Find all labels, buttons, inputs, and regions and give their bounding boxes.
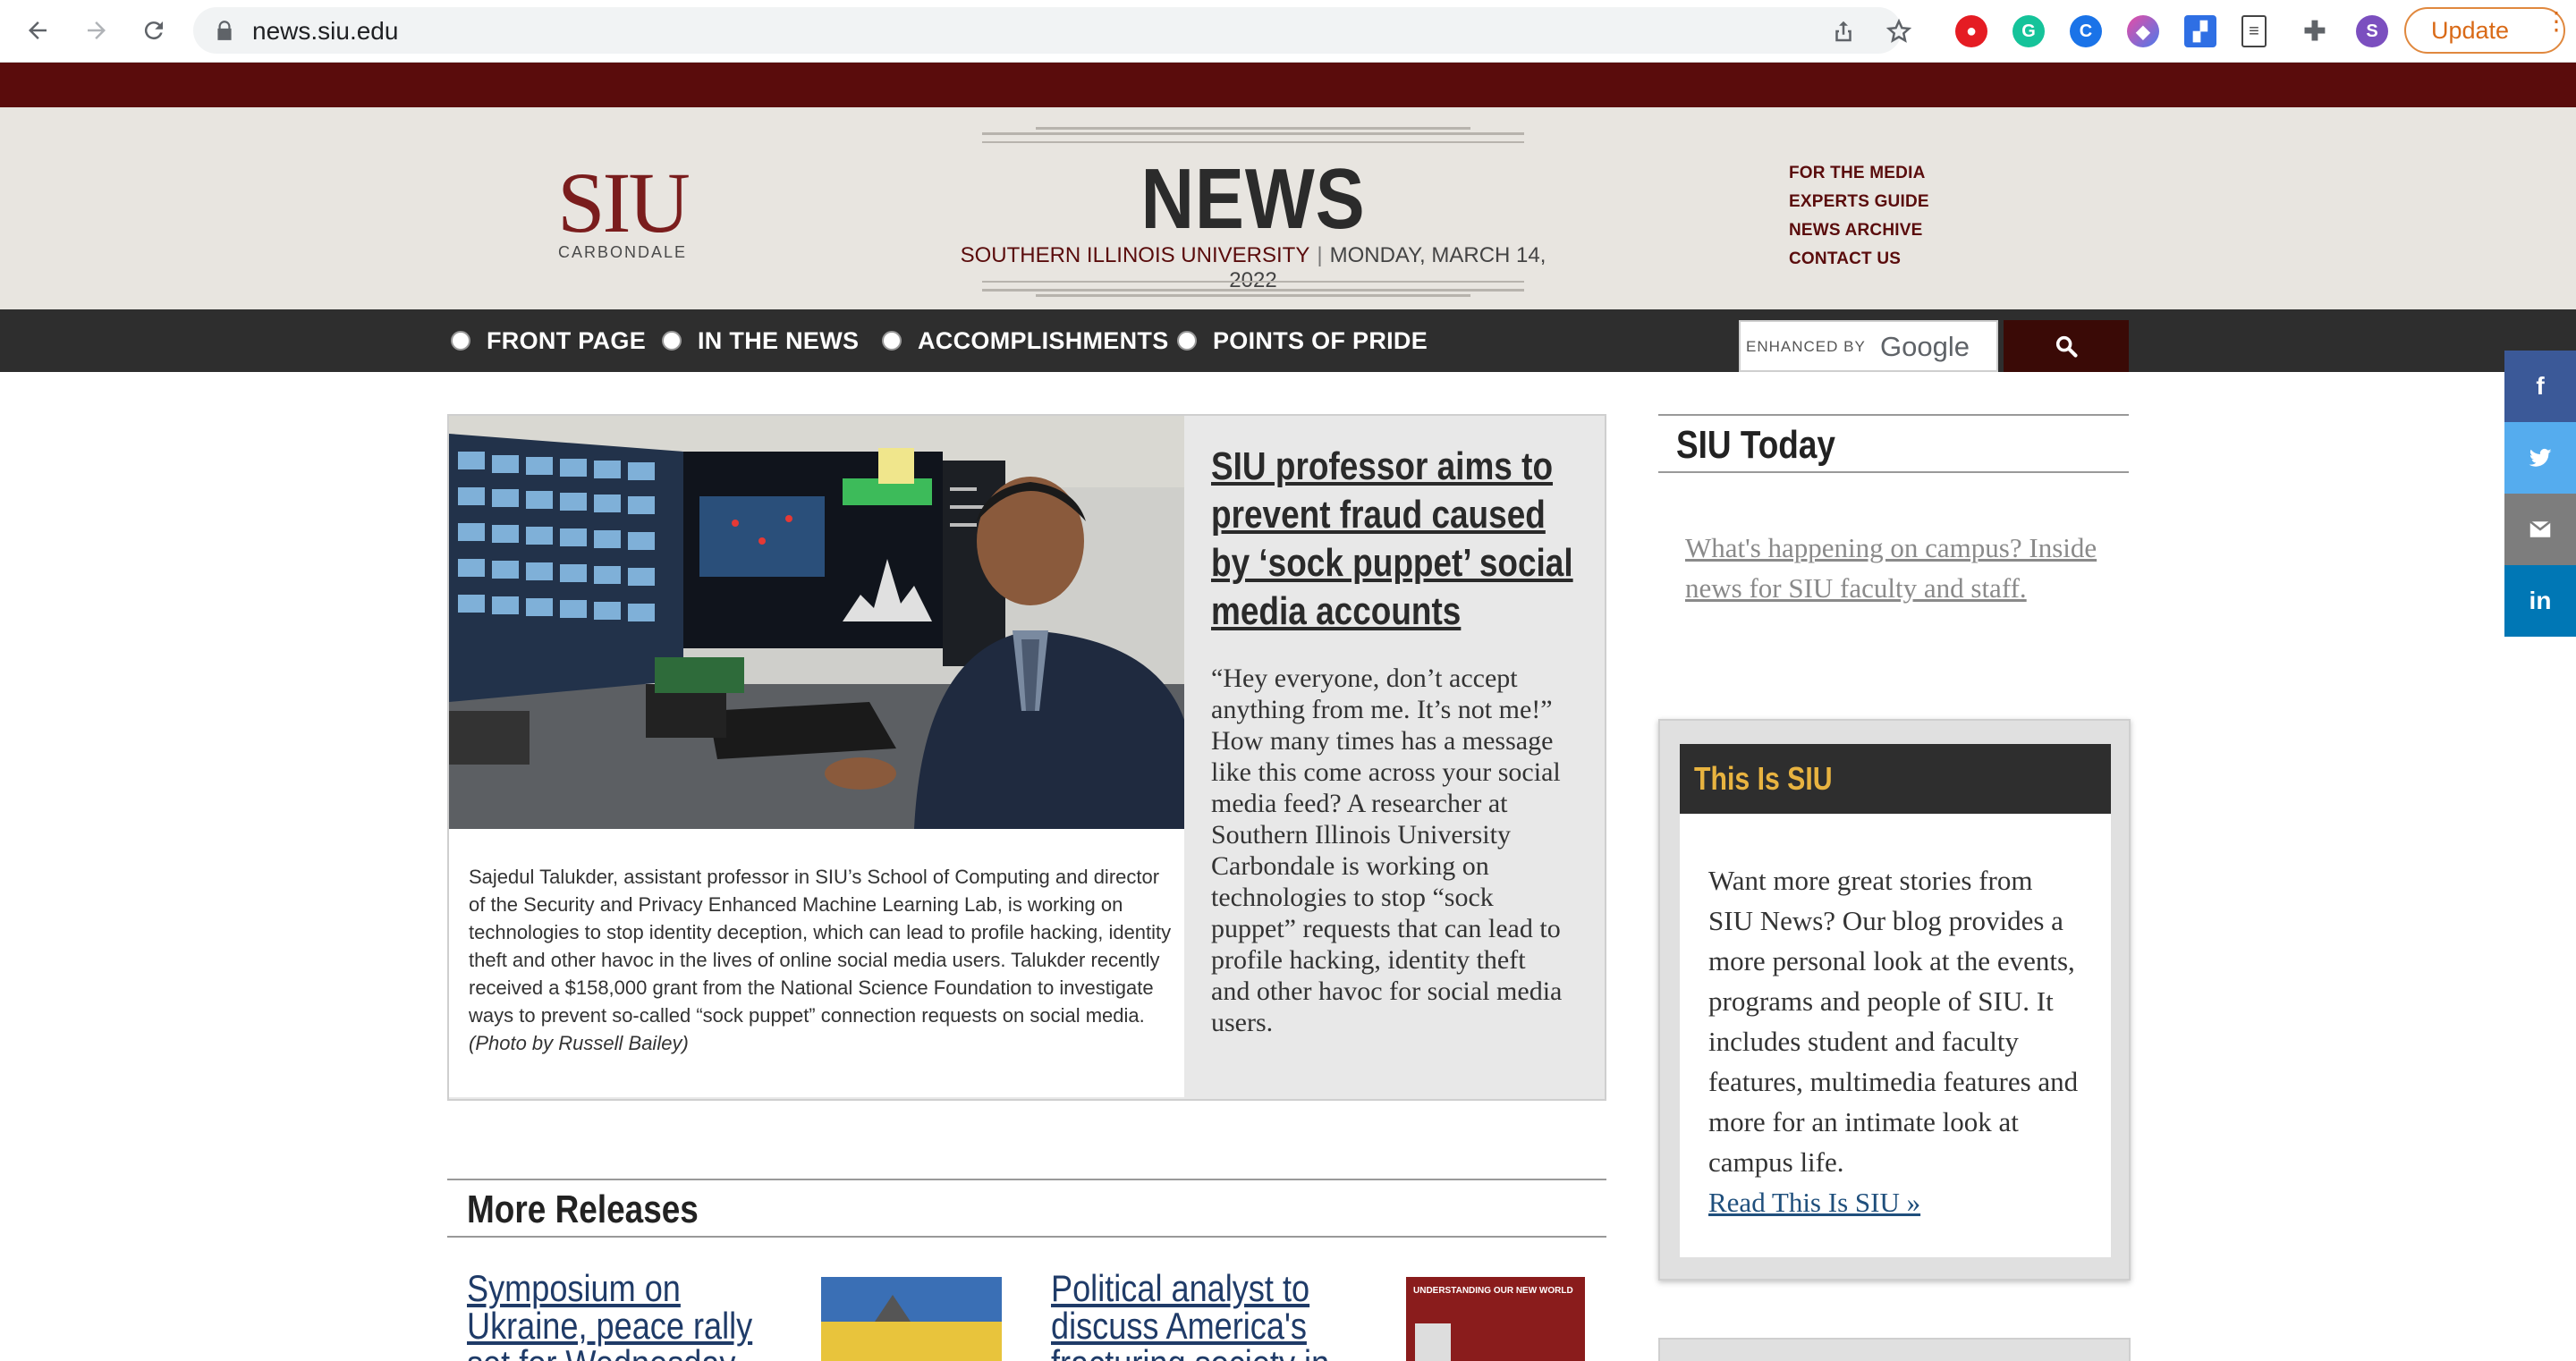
address-bar[interactable]: news.siu.edu [193,7,1912,54]
facebook-icon: f [2536,372,2545,400]
nav-label: POINTS OF PRIDE [1213,326,1428,354]
search-enhanced-label: ENHANCED BY [1746,338,1866,355]
grammarly-extension-icon[interactable]: G [2012,15,2045,47]
adblock-extension-icon[interactable]: ● [1955,15,1987,47]
url-text: news.siu.edu [252,17,399,45]
masthead: SIU CARBONDALE NEWS SOUTHERN ILLINOIS UN… [0,107,2576,309]
nav-label: FRONT PAGE [487,326,646,354]
update-button[interactable]: Update ⋮ [2404,7,2569,54]
masthead-title: NEWS [1140,151,1366,247]
share-facebook-button[interactable]: f [2504,351,2576,422]
twitter-icon [2529,448,2552,467]
share-twitter-button[interactable] [2504,422,2576,494]
siu-logo[interactable]: SIU CARBONDALE [547,155,698,262]
linkedin-icon: in [2529,587,2552,614]
back-button[interactable] [20,13,55,48]
extension-diamond-icon[interactable]: ◆ [2127,15,2159,47]
this-is-siu-body: Want more great stories from SIU News? O… [1680,814,2111,1257]
featured-summary: “Hey everyone, don’t accept anything fro… [1211,664,1563,1037]
this-is-siu-header: This Is SIU [1680,744,2111,814]
logo-sub: CARBONDALE [557,243,688,261]
release-link-political-analyst[interactable]: Political analyst to discuss America's f… [1051,1270,1343,1361]
email-icon [2529,520,2552,537]
featured-photo[interactable] [449,416,1184,829]
utility-link-experts[interactable]: EXPERTS GUIDE [1789,188,1929,216]
release-thumb-political-analyst[interactable]: UNDERSTANDING OUR NEW WORLD [1406,1277,1585,1361]
share-linkedin-button[interactable]: in [2504,565,2576,637]
utility-link-media[interactable]: FOR THE MEDIA [1789,159,1929,188]
bookmark-star-icon[interactable] [1885,18,1912,45]
more-releases-heading: More Releases [447,1179,1606,1238]
extensions-puzzle-icon[interactable]: ✚ [2299,15,2331,47]
extension-c-icon[interactable]: C [2070,15,2102,47]
utility-links: FOR THE MEDIA EXPERTS GUIDE NEWS ARCHIVE… [1789,159,1929,274]
read-this-is-siu-link[interactable]: Read This Is SIU » [1708,1187,1920,1218]
utility-link-archive[interactable]: NEWS ARCHIVE [1789,216,1929,245]
reload-button[interactable] [136,13,172,48]
browser-toolbar: news.siu.edu ● G C ◆ ▞ ≡ ✚ S Update ⋮ [0,0,2576,63]
sidebar-next-card [1658,1338,2131,1361]
siu-today-heading: SIU Today [1658,414,2129,473]
share-email-button[interactable] [2504,494,2576,565]
thumb-portrait [1415,1323,1451,1361]
nav-accomplishments[interactable]: ACCOMPLISHMENTS [882,325,1169,356]
menu-dots-icon: ⋮ [2544,7,2569,35]
this-is-siu-text: Want more great stories from SIU News? O… [1708,865,2079,1178]
share-icon[interactable] [1830,18,1857,45]
release-thumb-ukraine[interactable] [821,1277,1002,1361]
nav-label: IN THE NEWS [698,326,860,354]
featured-headline-link[interactable]: SIU professor aims to prevent fraud caus… [1211,443,1587,636]
forward-button[interactable] [79,13,114,48]
search-input[interactable]: ENHANCED BY Google [1739,320,1998,372]
caption-text: Sajedul Talukder, assistant professor in… [469,866,1172,1027]
utility-link-contact[interactable]: CONTACT US [1789,245,1929,274]
reload-icon [144,21,163,40]
search-icon [2055,335,2078,358]
featured-photo-illustration [449,416,1184,829]
masthead-rule-bottom [982,281,1524,297]
this-is-siu-title: This Is SIU [1694,760,1833,797]
nav-points-of-pride[interactable]: POINTS OF PRIDE [1177,325,1428,356]
extension-blocks-icon[interactable]: ▞ [2184,15,2216,47]
nav-in-the-news[interactable]: IN THE NEWS [662,325,859,356]
siu-today-title: SIU Today [1676,423,1835,467]
radio-icon [882,331,902,351]
masthead-rule-top [982,127,1524,143]
logo-text: SIU [557,155,691,250]
radio-icon [662,331,682,351]
more-releases-title: More Releases [467,1188,699,1231]
profile-avatar[interactable]: S [2356,15,2388,47]
ukraine-flag-image [821,1277,1002,1361]
nav-label: ACCOMPLISHMENTS [918,326,1169,354]
forward-arrow-icon [88,21,106,39]
photo-caption: Sajedul Talukder, assistant professor in… [449,829,1184,1097]
radio-icon [451,331,470,351]
featured-story: Sajedul Talukder, assistant professor in… [447,414,1606,1101]
google-wordmark: Google [1880,331,1970,362]
main-nav: FRONT PAGE IN THE NEWS ACCOMPLISHMENTS P… [0,309,2576,372]
radio-icon [1177,331,1197,351]
back-arrow-icon [29,21,47,39]
extension-doc-icon[interactable]: ≡ [2241,15,2267,47]
release-link-ukraine[interactable]: Symposium on Ukraine, peace rally set fo… [467,1270,759,1361]
lock-icon [217,21,232,40]
caption-credit: (Photo by Russell Bailey) [469,1032,689,1054]
search-button[interactable] [2004,320,2129,372]
siu-today-link[interactable]: What's happening on campus? Inside news … [1685,528,2106,608]
update-label: Update [2431,16,2510,44]
this-is-siu-card: This Is SIU Want more great stories from… [1658,719,2131,1281]
university-name: SOUTHERN ILLINOIS UNIVERSITY [960,243,1310,267]
nav-front-page[interactable]: FRONT PAGE [451,325,646,356]
top-maroon-bar [0,63,2576,107]
thumb-caption: UNDERSTANDING OUR NEW WORLD [1413,1286,1573,1296]
